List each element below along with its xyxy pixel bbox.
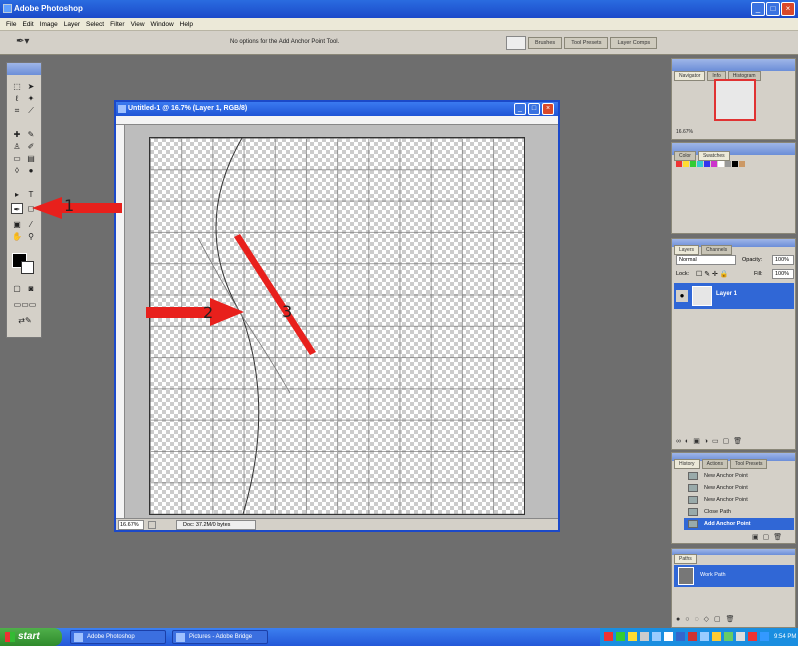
tab-layers[interactable]: Layers: [674, 245, 700, 255]
tray-icon[interactable]: [628, 632, 637, 641]
swatch-black[interactable]: [732, 161, 738, 167]
tab-paths[interactable]: Paths: [674, 554, 697, 564]
tray-icon[interactable]: [688, 632, 697, 641]
annotation-arrow-1: [32, 197, 122, 219]
history-item[interactable]: Close Path: [684, 506, 794, 518]
tray-icon[interactable]: [640, 632, 649, 641]
history-step-icon: [688, 520, 698, 528]
history-item-label: Add Anchor Point: [704, 521, 751, 527]
layers-footer-icons[interactable]: ∞◐▣◑▭▢🗑: [676, 437, 746, 445]
visibility-eye-icon[interactable]: ●: [676, 290, 688, 302]
navigator-view-box[interactable]: [714, 79, 756, 121]
path-row[interactable]: Work Path: [674, 565, 794, 587]
swatch-yellow[interactable]: [683, 161, 689, 167]
tray-icon[interactable]: [652, 632, 661, 641]
history-step-icon: [688, 484, 698, 492]
paths-palette: Paths Work Path ●○◌◇▢🗑: [671, 548, 796, 628]
path-name: Work Path: [700, 572, 726, 578]
swatch-green[interactable]: [690, 161, 696, 167]
path-thumbnail: [678, 567, 694, 585]
swatch-grid[interactable]: [676, 161, 745, 167]
tab-history[interactable]: History: [674, 459, 700, 469]
layer-row[interactable]: ● Layer 1: [674, 283, 794, 309]
tray-icon[interactable]: [604, 632, 613, 641]
annotation-label-3: 3: [282, 302, 293, 321]
layer-name: Layer 1: [716, 291, 738, 297]
navigator-palette-header[interactable]: [672, 59, 795, 71]
tab-actions[interactable]: Actions: [701, 459, 728, 469]
history-tabs: History Actions Tool Presets: [674, 459, 768, 469]
history-item[interactable]: New Anchor Point: [684, 494, 794, 506]
taskbar-item-label: Adobe Photoshop: [87, 634, 135, 640]
annotation-label-2: 2: [203, 303, 214, 322]
swatch-cyan[interactable]: [697, 161, 703, 167]
layers-palette: Layers Channels Normal Opacity: 100% Loc…: [671, 238, 796, 450]
navigator-palette: Navigator Info Histogram 16.67%: [671, 58, 796, 140]
tray-icon[interactable]: [736, 632, 745, 641]
history-item[interactable]: New Anchor Point: [684, 470, 794, 482]
fill-label: Fill:: [754, 271, 763, 277]
swatch-magenta[interactable]: [711, 161, 717, 167]
tab-navigator[interactable]: Navigator: [674, 71, 706, 81]
paths-footer-icons[interactable]: ●○◌◇▢🗑: [676, 615, 740, 623]
annotation-label-1: 1: [64, 196, 75, 215]
annotation-arrow-3: [234, 234, 316, 355]
history-step-icon: [688, 496, 698, 504]
lock-icons[interactable]: ☐ ✎ ✛ 🔒: [696, 270, 729, 278]
navigator-zoom[interactable]: 16.67%: [676, 129, 693, 135]
taskbar-item-bridge[interactable]: Pictures - Adobe Bridge: [172, 630, 268, 644]
history-step-icon: [688, 472, 698, 480]
history-item-label: New Anchor Point: [704, 485, 748, 491]
tab-history-tool-presets[interactable]: Tool Presets: [729, 459, 768, 469]
tab-color[interactable]: Color: [674, 151, 696, 161]
opacity-label: Opacity:: [742, 257, 763, 263]
history-item-label: New Anchor Point: [704, 497, 748, 503]
tray-icon[interactable]: [712, 632, 721, 641]
tab-channels[interactable]: Channels: [701, 245, 733, 255]
tray-icon[interactable]: [676, 632, 685, 641]
tray-icon[interactable]: [748, 632, 757, 641]
swatch-gray[interactable]: [725, 161, 731, 167]
taskbar: start Adobe Photoshop Pictures - Adobe B…: [0, 628, 798, 646]
tab-swatches[interactable]: Swatches: [697, 151, 730, 161]
swatch-white[interactable]: [718, 161, 724, 167]
windows-flag-icon: [5, 632, 15, 642]
clock[interactable]: 9:54 PM: [774, 628, 796, 646]
history-item-label: Close Path: [704, 509, 731, 515]
history-palette: History Actions Tool Presets New Anchor …: [671, 452, 796, 544]
tray-icon[interactable]: [760, 632, 769, 641]
paths-tabs: Paths: [674, 554, 697, 564]
layers-tabs: Layers Channels: [674, 245, 733, 255]
blend-mode-select[interactable]: Normal: [676, 255, 736, 265]
swatch-blue[interactable]: [704, 161, 710, 167]
taskbar-item-photoshop[interactable]: Adobe Photoshop: [70, 630, 166, 644]
tray-icon[interactable]: [664, 632, 673, 641]
swatch-tan[interactable]: [739, 161, 745, 167]
opacity-field[interactable]: 100%: [772, 255, 794, 265]
lock-label: Lock:: [676, 271, 690, 277]
layer-thumbnail: [692, 286, 712, 306]
annotation-arrow-2: [146, 298, 244, 326]
history-step-icon: [688, 508, 698, 516]
swatch-red[interactable]: [676, 161, 682, 167]
history-item[interactable]: New Anchor Point: [684, 482, 794, 494]
photoshop-task-icon: [74, 633, 83, 642]
fill-field[interactable]: 100%: [772, 269, 794, 279]
tray-icon[interactable]: [616, 632, 625, 641]
system-tray: 9:54 PM: [600, 628, 798, 646]
tray-icon[interactable]: [724, 632, 733, 641]
tray-icon[interactable]: [700, 632, 709, 641]
taskbar-item-label: Pictures - Adobe Bridge: [189, 634, 253, 640]
bridge-task-icon: [176, 633, 185, 642]
swatches-tabs: Color Swatches: [674, 151, 730, 161]
history-item-label: New Anchor Point: [704, 473, 748, 479]
start-label: start: [18, 631, 40, 642]
history-item-active[interactable]: Add Anchor Point: [684, 518, 794, 530]
swatches-palette: Color Swatches: [671, 142, 796, 234]
history-footer-icons[interactable]: ▣▢🗑: [752, 533, 786, 541]
